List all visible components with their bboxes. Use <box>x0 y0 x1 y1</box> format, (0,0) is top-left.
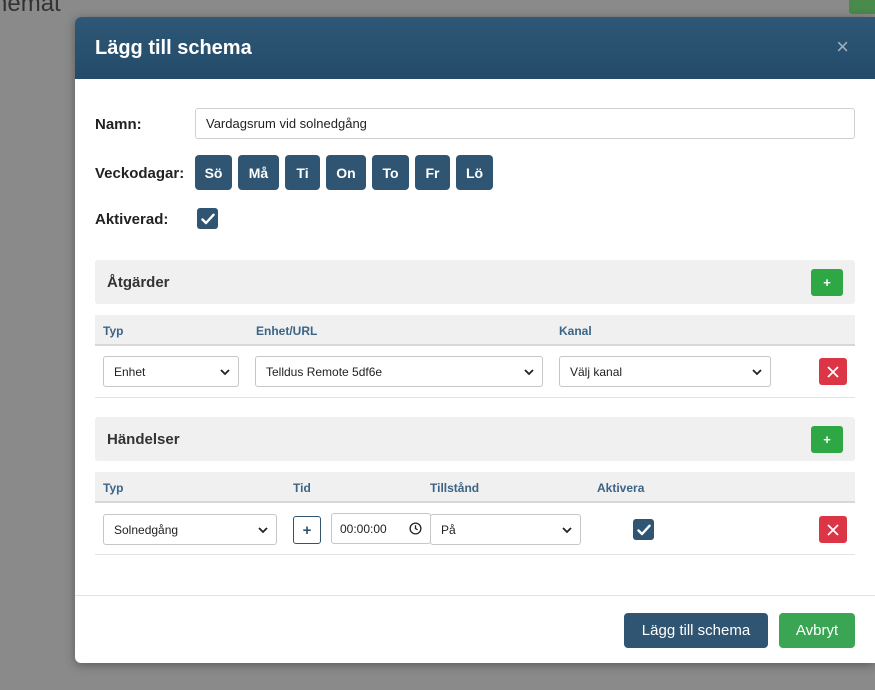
chevron-down-icon <box>258 527 268 534</box>
chevron-down-icon <box>562 527 572 534</box>
day-button-fri[interactable]: Fr <box>415 155 450 190</box>
chevron-down-icon <box>524 369 534 376</box>
weekday-buttons: Sö Må Ti On To Fr Lö <box>195 155 499 190</box>
day-button-sat[interactable]: Lö <box>456 155 493 190</box>
actions-title: Åtgärder <box>107 274 170 291</box>
day-button-tue[interactable]: Ti <box>285 155 320 190</box>
active-checkbox[interactable] <box>197 208 218 229</box>
add-schedule-button[interactable]: Lägg till schema <box>624 613 768 648</box>
column-header-device: Enhet/URL <box>256 324 318 338</box>
action-type-select[interactable]: Enhet <box>103 356 239 387</box>
action-device-value: Telldus Remote 5df6e <box>266 364 383 379</box>
close-icon <box>827 523 839 536</box>
background-button <box>849 0 875 14</box>
day-button-thu[interactable]: To <box>372 155 409 190</box>
add-schedule-modal: Lägg till schema × Namn: Veckodagar: Sö … <box>75 17 875 663</box>
delete-action-button[interactable] <box>819 358 847 385</box>
action-type-value: Enhet <box>114 364 146 379</box>
modal-header: Lägg till schema × <box>75 17 875 79</box>
name-input[interactable] <box>195 108 855 139</box>
day-button-wed[interactable]: On <box>326 155 366 190</box>
event-activate-checkbox[interactable] <box>633 519 654 540</box>
event-time-input[interactable]: 00:00:00 <box>331 513 431 544</box>
event-time-value: 00:00:00 <box>340 521 387 536</box>
time-offset-toggle-button[interactable]: + <box>293 516 321 544</box>
action-channel-select[interactable]: Välj kanal <box>559 356 771 387</box>
events-title: Händelser <box>107 431 180 448</box>
column-header-type: Typ <box>103 324 124 338</box>
close-icon <box>827 365 839 378</box>
modal-title: Lägg till schema <box>95 37 252 59</box>
clock-icon <box>409 522 422 535</box>
background-page-title: hemat <box>0 0 61 17</box>
chevron-down-icon <box>220 369 230 376</box>
column-header-channel: Kanal <box>559 324 592 338</box>
active-label: Aktiverad: <box>95 211 169 228</box>
actions-section-header: Åtgärder + <box>95 260 855 304</box>
modal-footer: Lägg till schema Avbryt <box>75 595 875 663</box>
close-button[interactable]: × <box>836 36 849 58</box>
action-channel-value: Välj kanal <box>570 364 623 379</box>
event-type-select[interactable]: Solnedgång <box>103 514 277 545</box>
day-button-mon[interactable]: Må <box>238 155 279 190</box>
check-icon <box>636 524 651 535</box>
add-action-button[interactable]: + <box>811 269 843 296</box>
cancel-button[interactable]: Avbryt <box>779 613 855 648</box>
event-state-value: På <box>441 522 456 537</box>
weekdays-label: Veckodagar: <box>95 165 185 182</box>
delete-event-button[interactable] <box>819 516 847 543</box>
column-header-time: Tid <box>293 481 311 495</box>
event-type-value: Solnedgång <box>114 522 179 537</box>
day-button-sun[interactable]: Sö <box>195 155 232 190</box>
actions-table-header: Typ Enhet/URL Kanal <box>95 315 855 346</box>
event-state-select[interactable]: På <box>430 514 581 545</box>
event-row: Solnedgång + 00:00:00 På <box>95 505 855 555</box>
column-header-activate: Aktivera <box>597 481 645 495</box>
name-label: Namn: <box>95 116 142 133</box>
column-header-type: Typ <box>103 481 124 495</box>
action-row: Enhet Telldus Remote 5df6e Välj kanal <box>95 348 855 398</box>
check-icon <box>200 213 215 224</box>
chevron-down-icon <box>752 369 762 376</box>
action-device-select[interactable]: Telldus Remote 5df6e <box>255 356 543 387</box>
add-event-button[interactable]: + <box>811 426 843 453</box>
column-header-state: Tillstånd <box>430 481 480 495</box>
events-table-header: Typ Tid Tillstånd Aktivera <box>95 472 855 503</box>
events-section-header: Händelser + <box>95 417 855 461</box>
